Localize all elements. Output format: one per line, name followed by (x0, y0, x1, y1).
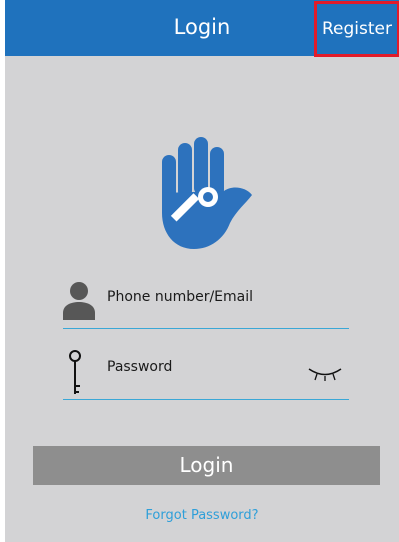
login-screen: Login Register Phone number/Email Passwo… (5, 0, 399, 542)
hand-key-icon (162, 137, 252, 249)
password-field[interactable]: Password (63, 346, 349, 406)
login-button[interactable]: Login (33, 446, 380, 485)
username-placeholder: Phone number/Email (107, 289, 254, 305)
password-placeholder: Password (107, 359, 173, 375)
key-icon (69, 350, 81, 394)
eye-closed-icon[interactable] (307, 366, 343, 382)
username-underline (63, 328, 349, 329)
username-field[interactable]: Phone number/Email (63, 276, 349, 336)
register-button[interactable]: Register (314, 1, 399, 57)
app-header: Login Register (5, 0, 399, 57)
user-icon (63, 282, 95, 320)
password-underline (63, 399, 349, 400)
forgot-password-link[interactable]: Forgot Password? (5, 508, 399, 523)
